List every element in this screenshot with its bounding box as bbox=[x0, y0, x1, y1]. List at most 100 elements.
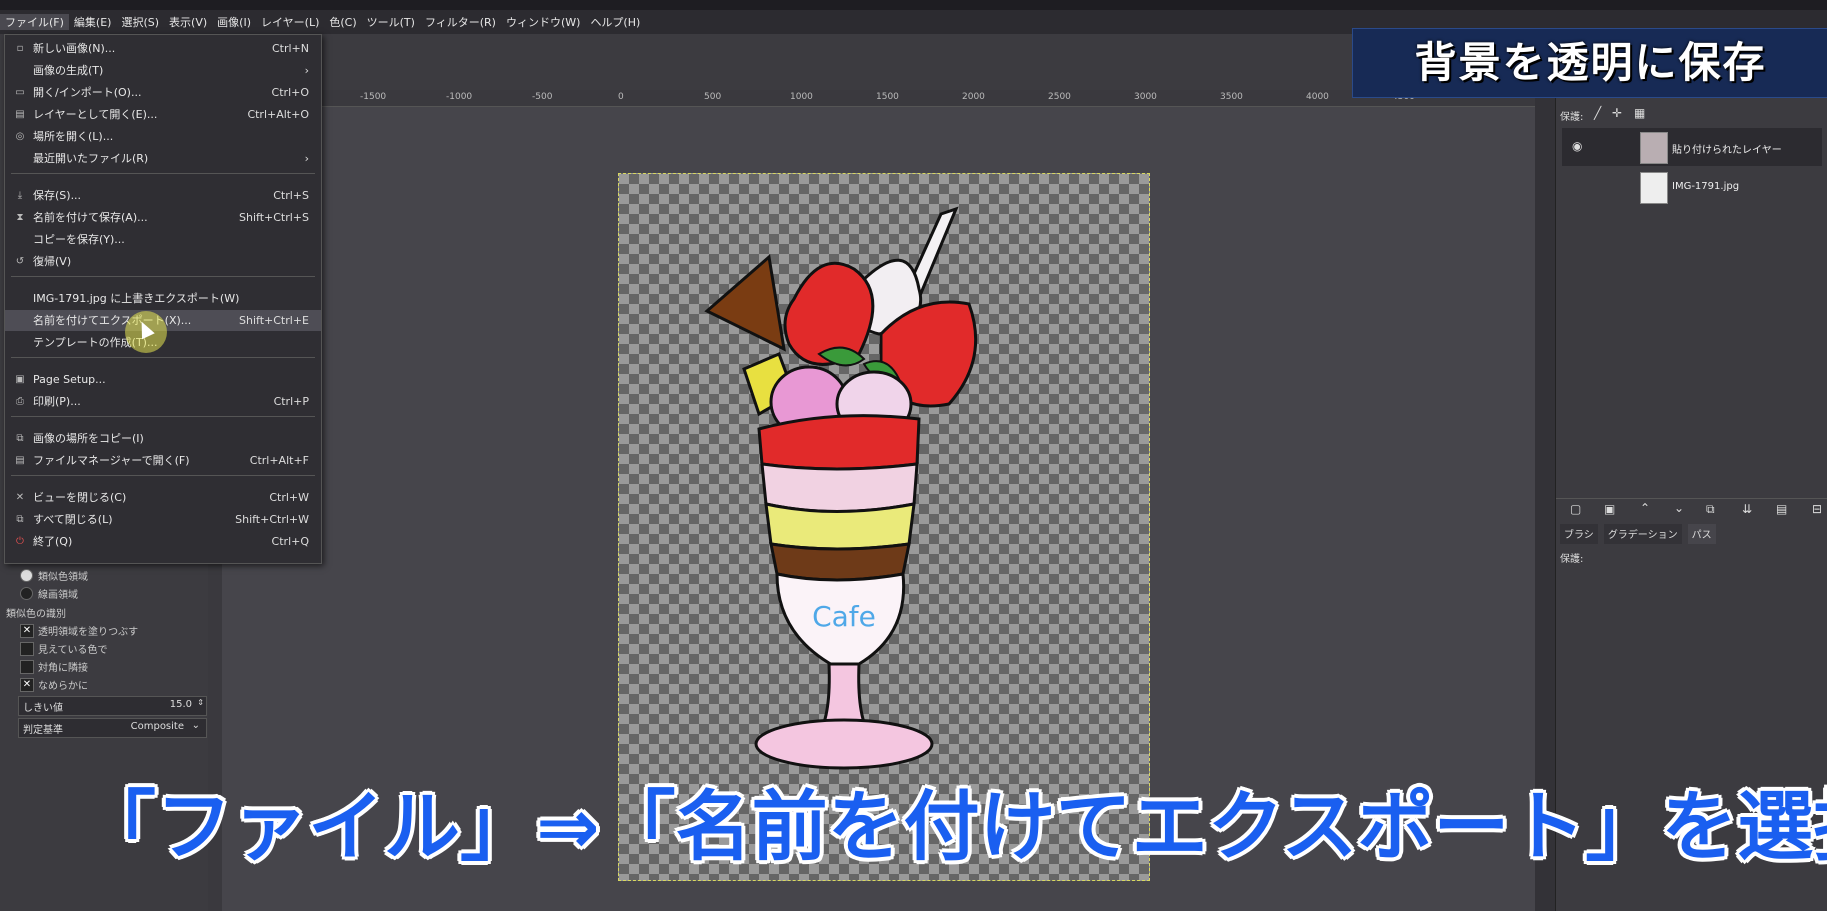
ruler-tick: 1000 bbox=[790, 92, 813, 102]
menu-item-label: 新しい画像(N)... bbox=[33, 42, 116, 55]
radio-similar-color-label: 類似色領域 bbox=[38, 572, 88, 583]
lower-layer-icon[interactable]: ⌄ bbox=[1674, 501, 1684, 515]
open-as-layers-icon: ▤ bbox=[15, 109, 25, 120]
close-view-icon: ✕ bbox=[15, 492, 25, 503]
menu-separator bbox=[11, 276, 315, 277]
menu-item-label: 場所を開く(L)... bbox=[33, 130, 114, 143]
menu-item-label: 画像の生成(T) bbox=[33, 64, 104, 77]
save-icon: ⤓ bbox=[17, 190, 23, 201]
menu-item-file-manager[interactable]: ▤ ファイルマネージャーで開く(F) Ctrl+Alt+F bbox=[5, 450, 321, 471]
check-fill-transparent[interactable]: ✕ bbox=[20, 624, 34, 638]
new-group-icon[interactable]: ▣ bbox=[1604, 502, 1615, 516]
chocolate-shape bbox=[704, 254, 786, 352]
menu-item-open[interactable]: ▭ 開く/インポート(O)... Ctrl+O bbox=[5, 82, 321, 103]
criterion-select[interactable]: 判定基準 Composite ⌄ bbox=[18, 718, 207, 738]
menu-item-copy-location[interactable]: ⧉ 画像の場所をコピー(I) bbox=[5, 428, 321, 449]
menu-item-overwrite[interactable]: IMG-1791.jpg に上書きエクスポート(W) bbox=[5, 288, 321, 309]
layer-row[interactable]: ◉ 貼り付けられたレイヤー bbox=[1562, 128, 1822, 166]
menu-help[interactable]: ヘルプ(H) bbox=[585, 14, 645, 30]
menu-item-label: Page Setup... bbox=[33, 373, 106, 386]
menu-item-shortcut: Ctrl+N bbox=[271, 42, 309, 55]
menu-windows[interactable]: ウィンドウ(W) bbox=[501, 14, 585, 30]
layer-red bbox=[757, 414, 921, 471]
menu-item-recent[interactable]: 最近開いたファイル(R) › bbox=[5, 148, 321, 169]
menu-edit[interactable]: 編集(E) bbox=[69, 14, 117, 30]
move-lock-icon[interactable]: ✛ bbox=[1612, 106, 1622, 120]
print-icon: ⎙ bbox=[16, 396, 24, 407]
delete-layer-icon[interactable]: ⊟ bbox=[1812, 502, 1822, 516]
brush-lock-icon[interactable]: ╱ bbox=[1594, 106, 1601, 120]
menu-separator bbox=[11, 416, 315, 417]
menu-view[interactable]: 表示(V) bbox=[164, 14, 212, 30]
menu-item-save-copy[interactable]: コピーを保存(Y)... bbox=[5, 229, 321, 250]
ruler-tick: -500 bbox=[532, 92, 553, 102]
menu-layer[interactable]: レイヤー(L) bbox=[256, 14, 324, 30]
menu-item-shortcut: Ctrl+Alt+F bbox=[249, 454, 309, 467]
menu-item-open-location[interactable]: ◎ 場所を開く(L)... bbox=[5, 126, 321, 147]
ruler-tick: 0 bbox=[618, 92, 624, 102]
eye-icon[interactable]: ◉ bbox=[1572, 139, 1582, 153]
alpha-lock-icon[interactable]: ▦ bbox=[1634, 106, 1645, 120]
menu-item-label: コピーを保存(Y)... bbox=[33, 233, 125, 246]
caption-text: 「ファイル」⇒「名前を付けてエクスポート」を選択 bbox=[80, 782, 1827, 871]
menu-item-print[interactable]: ⎙ 印刷(P)... Ctrl+P bbox=[5, 391, 321, 412]
menu-item-close-all[interactable]: ⧉ すべて閉じる(L) Shift+Ctrl+W bbox=[5, 509, 321, 530]
menu-item-save-as[interactable]: ⧗ 名前を付けて保存(A)... Shift+Ctrl+S bbox=[5, 207, 321, 228]
top-bar bbox=[0, 0, 1827, 10]
menu-item-shortcut: Ctrl+O bbox=[271, 86, 309, 99]
title-banner: 背景を透明に保存 bbox=[1352, 28, 1827, 98]
radio-line-art[interactable] bbox=[20, 587, 33, 600]
chevron-down-icon: ⌄ bbox=[191, 720, 200, 731]
duplicate-layer-icon[interactable]: ⧉ bbox=[1706, 502, 1715, 517]
check-sample-merged[interactable] bbox=[20, 642, 34, 656]
threshold-label: しきい値 bbox=[23, 703, 63, 714]
mask-layer-icon[interactable]: ▤ bbox=[1776, 502, 1787, 516]
menu-item-label: 復帰(V) bbox=[33, 255, 72, 268]
ruler-tick: 500 bbox=[704, 92, 722, 102]
criterion-value: Composite bbox=[130, 721, 184, 732]
menu-item-save[interactable]: ⤓ 保存(S)... Ctrl+S bbox=[5, 185, 321, 206]
threshold-field[interactable]: しきい値 15.0 ⇕ bbox=[18, 696, 207, 716]
dock-tabs: ブラシ グラデーション パス bbox=[1560, 524, 1716, 544]
spin-icon[interactable]: ⇕ bbox=[197, 698, 204, 707]
menu-item-new[interactable]: ▫ 新しい画像(N)... Ctrl+N bbox=[5, 38, 321, 59]
save-as-icon: ⧗ bbox=[16, 212, 24, 223]
tab-brushes[interactable]: ブラシ bbox=[1560, 524, 1598, 544]
check-antialias[interactable]: ✕ bbox=[20, 678, 34, 692]
check-diagonal[interactable] bbox=[20, 660, 34, 674]
raise-layer-icon[interactable]: ⌃ bbox=[1640, 501, 1650, 515]
menu-item-close-view[interactable]: ✕ ビューを閉じる(C) Ctrl+W bbox=[5, 487, 321, 508]
check-antialias-label: なめらかに bbox=[38, 681, 88, 692]
menu-image[interactable]: 画像(I) bbox=[212, 14, 256, 30]
menu-item-shortcut: Ctrl+W bbox=[269, 491, 309, 504]
menu-item-label: 名前を付けて保存(A)... bbox=[33, 211, 148, 224]
menu-colors[interactable]: 色(C) bbox=[324, 14, 361, 30]
menu-item-shortcut: Shift+Ctrl+E bbox=[239, 314, 309, 327]
protect-label: 保護: bbox=[1560, 112, 1584, 123]
menu-item-label: ファイルマネージャーで開く(F) bbox=[33, 454, 190, 467]
tab-paths[interactable]: パス bbox=[1687, 524, 1716, 544]
layer-thumbnail bbox=[1640, 132, 1668, 164]
check-sample-merged-label: 見えている色で bbox=[38, 645, 108, 656]
tab-gradients[interactable]: グラデーション bbox=[1603, 524, 1682, 544]
new-layer-icon[interactable]: ▢ bbox=[1570, 502, 1581, 516]
menu-item-label: 開く/インポート(O)... bbox=[33, 86, 142, 99]
chevron-right-icon: › bbox=[304, 64, 309, 77]
layer-pink bbox=[760, 462, 919, 513]
menu-item-revert[interactable]: ↺ 復帰(V) bbox=[5, 251, 321, 272]
menu-filters[interactable]: フィルター(R) bbox=[420, 14, 501, 30]
menu-file[interactable]: ファイル(F) bbox=[0, 14, 69, 30]
menu-select[interactable]: 選択(S) bbox=[116, 14, 164, 30]
menu-item-quit[interactable]: ⏻ 終了(Q) Ctrl+Q bbox=[5, 531, 321, 552]
open-location-icon: ◎ bbox=[15, 131, 25, 142]
merge-layer-icon[interactable]: ⇊ bbox=[1742, 502, 1752, 516]
menu-tools[interactable]: ツール(T) bbox=[362, 14, 420, 30]
menu-item-open-as-layers[interactable]: ▤ レイヤーとして開く(E)... Ctrl+Alt+O bbox=[5, 104, 321, 125]
menu-item-shortcut: Shift+Ctrl+S bbox=[239, 211, 309, 224]
menu-item-label: 印刷(P)... bbox=[33, 395, 81, 408]
radio-similar-color[interactable] bbox=[20, 569, 33, 582]
open-icon: ▭ bbox=[15, 87, 25, 98]
layer-row[interactable]: IMG-1791.jpg bbox=[1562, 168, 1822, 206]
menu-item-create[interactable]: 画像の生成(T) › bbox=[5, 60, 321, 81]
menu-item-page-setup[interactable]: ▣ Page Setup... bbox=[5, 369, 321, 390]
